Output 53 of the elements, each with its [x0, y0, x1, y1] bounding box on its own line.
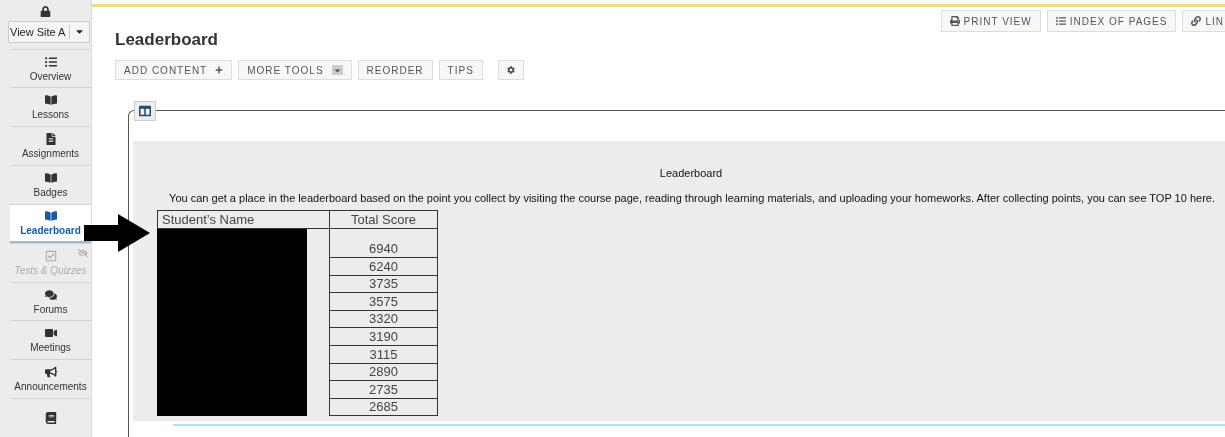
- table-cell: 6940: [329, 228, 438, 258]
- table-cell: 6240: [329, 257, 438, 276]
- plus-icon: [215, 66, 224, 74]
- checkbox-icon: [44, 249, 57, 262]
- settings-icon: [506, 66, 515, 74]
- table-cell: 3190: [329, 327, 438, 346]
- column-header: Total Score: [329, 210, 438, 229]
- book-icon: [44, 172, 57, 185]
- list-icon: [44, 55, 57, 68]
- speech-bubbles-icon: [44, 288, 57, 301]
- table-cell: 2685: [329, 398, 438, 416]
- megaphone-icon: [44, 366, 57, 379]
- toolbar-button[interactable]: LIN: [1182, 10, 1225, 32]
- video-camera-icon: [44, 327, 57, 340]
- toolbar-button[interactable]: INDEX OF PAGES: [1046, 10, 1177, 32]
- table-cell: 3735: [329, 275, 438, 293]
- table-cell: 3320: [329, 310, 438, 328]
- sidebar-item[interactable]: Announcements: [10, 359, 91, 399]
- sidebar-item[interactable]: Assignments: [10, 126, 91, 166]
- book-icon: [44, 209, 57, 222]
- toolbar-button[interactable]: MORE TOOLS: [238, 60, 352, 80]
- column-header: Student’s Name: [157, 210, 330, 229]
- table-cell: 3115: [329, 345, 438, 364]
- page-title: Leaderboard: [115, 30, 219, 50]
- sidebar-item[interactable]: Badges: [10, 165, 91, 204]
- table-cell: 2735: [329, 380, 438, 399]
- sidebar-item[interactable]: Forums: [10, 281, 91, 321]
- arrow-icon: [84, 214, 150, 252]
- view-site-as-select[interactable]: View Site A: [8, 21, 90, 43]
- print-icon: [949, 16, 960, 26]
- lock-icon: [40, 6, 51, 17]
- columns-button[interactable]: [134, 101, 156, 121]
- settings-button[interactable]: [497, 60, 524, 80]
- sidebar-item[interactable]: Lessons: [10, 87, 91, 127]
- table-cell: 3575: [329, 292, 438, 311]
- toolbar-button[interactable]: REORDER: [357, 60, 433, 80]
- sidebar-item[interactable]: Leaderboard: [10, 203, 91, 243]
- toolbar-button[interactable]: TIPS: [438, 60, 483, 80]
- eye-slash-icon: [78, 247, 88, 258]
- table-cell: 2890: [329, 363, 438, 381]
- document-icon: [44, 133, 57, 146]
- description: You can get a place in the leaderboard based on the point you collect by visiting the course page, reading through learning materials, and uploading your homeworks. After collecting points, you can see TOP 10 here.: [168, 192, 1216, 204]
- toolbar-button[interactable]: PRINT VIEW: [940, 10, 1041, 32]
- sidebar-item[interactable]: Meetings: [10, 320, 91, 360]
- caret-icon: [331, 65, 343, 75]
- list-icon: [1055, 16, 1066, 26]
- link-icon: [1191, 16, 1202, 26]
- sidebar-item[interactable]: Overview: [10, 48, 91, 88]
- book-icon: [44, 412, 57, 425]
- columns-icon: [139, 105, 151, 117]
- book-icon: [44, 94, 57, 107]
- section-heading: Leaderboard: [658, 167, 724, 179]
- toolbar-button[interactable]: ADD CONTENT: [115, 60, 233, 80]
